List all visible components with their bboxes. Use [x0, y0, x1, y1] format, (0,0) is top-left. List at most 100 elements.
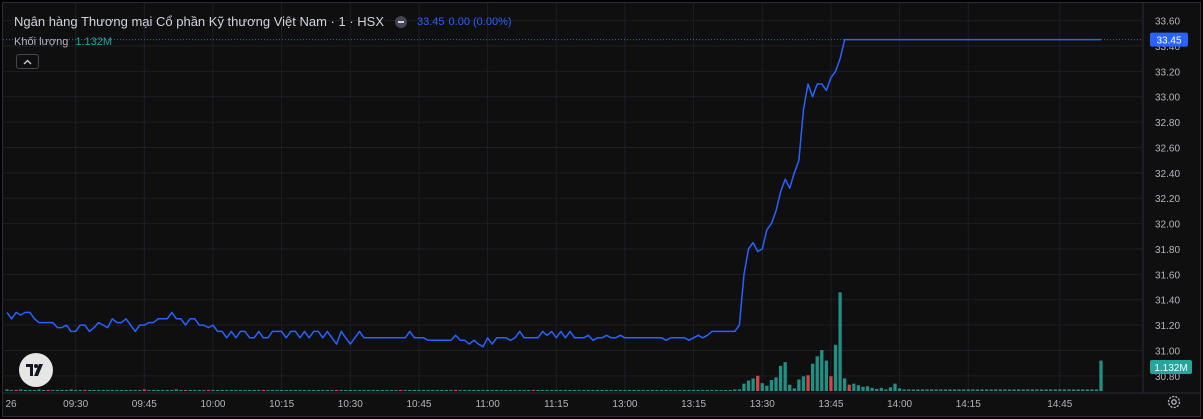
x-tick-label: 13:30 [750, 399, 775, 410]
volume-bar [760, 383, 764, 391]
volume-bar [907, 389, 911, 391]
volume-bar [1053, 389, 1057, 391]
volume-bar [238, 389, 243, 391]
volume-value: 1.132M [75, 36, 113, 48]
volume-bar [572, 389, 577, 391]
y-tick-label: 32.40 [1155, 169, 1180, 180]
volume-bar [1026, 389, 1030, 391]
volume-bar [339, 389, 343, 391]
symbol-title[interactable]: Ngân hàng Thương mại Cổ phần Kỹ thương V… [14, 14, 384, 29]
volume-bar [69, 389, 73, 391]
volume-bar [440, 389, 444, 391]
volume-bar [1094, 389, 1099, 391]
volume-bar [193, 389, 197, 391]
volume-bar [861, 386, 865, 391]
volume-bar [591, 389, 595, 391]
volume-bar [394, 389, 398, 391]
settings-button[interactable] [1164, 392, 1184, 412]
volume-label[interactable]: Khối lượng [14, 36, 68, 48]
volume-bar [797, 379, 801, 391]
x-tick-label: 11:15 [544, 399, 569, 410]
chart-canvas[interactable]: 30.8031.0031.2031.4031.6031.8032.0032.20… [3, 3, 1201, 417]
volume-bar [37, 389, 41, 391]
volume-bar [28, 389, 32, 391]
volume-bar [293, 389, 298, 391]
volume-bar [939, 389, 943, 391]
volume-bar [247, 389, 252, 391]
volume-bar [389, 389, 394, 391]
volume-bar [380, 389, 384, 391]
y-tick-label: 33.20 [1155, 67, 1180, 78]
volume-bar [962, 389, 966, 391]
volume-bar [225, 389, 229, 391]
y-tick-label: 32.60 [1155, 143, 1180, 154]
x-tick-label: 14:00 [887, 399, 912, 410]
volume-bar [875, 388, 879, 391]
x-tick-label: 10:00 [200, 399, 225, 410]
volume-bar [641, 389, 645, 391]
volume-bar [989, 389, 993, 391]
volume-bar [806, 375, 810, 391]
volume-bar [929, 389, 934, 391]
volume-bar [362, 389, 366, 391]
y-tick-label: 33.00 [1155, 93, 1180, 104]
volume-bar [833, 344, 838, 391]
volume-bar [55, 389, 59, 391]
volume-bar [751, 378, 755, 391]
y-tick-label: 32.20 [1155, 194, 1180, 205]
volume-bar [920, 389, 925, 391]
volume-bar [101, 389, 105, 391]
volume-bar [865, 386, 870, 391]
volume-bar [321, 389, 325, 391]
volume-bar [348, 389, 352, 391]
y-tick-label: 31.40 [1155, 296, 1180, 307]
volume-bar [481, 389, 485, 391]
y-tick-label: 32.00 [1155, 220, 1180, 231]
eye-minus-icon[interactable] [395, 15, 407, 28]
volume-bar [353, 389, 357, 391]
volume-bar [412, 389, 417, 391]
x-tick-label: 11:00 [475, 399, 500, 410]
volume-bar [316, 389, 320, 391]
price-badge-label: 33.45 [1156, 36, 1181, 47]
volume-bar [371, 389, 375, 391]
volume-bar [897, 388, 902, 391]
volume-bar [1067, 389, 1071, 391]
volume-bar [824, 360, 829, 391]
volume-bar [46, 389, 50, 391]
collapse-legend-button[interactable] [16, 54, 39, 69]
tradingview-logo-icon[interactable] [19, 353, 53, 387]
volume-bar [165, 389, 169, 391]
y-tick-label: 31.60 [1155, 270, 1180, 281]
volume-bar [183, 389, 188, 391]
volume-bar [925, 389, 929, 391]
legend-last-price: 33.45 [417, 15, 445, 28]
volume-bar [998, 389, 1002, 391]
volume-bar [202, 389, 206, 391]
x-tick-label: 10:15 [269, 399, 294, 410]
volume-badge-label: 1.132M [1154, 363, 1187, 374]
volume-bar [458, 389, 462, 391]
volume-bar [733, 389, 737, 391]
volume-bar [600, 389, 604, 391]
volume-bar [431, 389, 435, 391]
volume-bar [435, 389, 439, 391]
volume-bar [284, 389, 288, 391]
volume-bar [385, 389, 389, 391]
volume-bar [888, 387, 893, 391]
volume-bar [179, 389, 183, 391]
volume-bar [952, 389, 957, 391]
volume-bar [490, 389, 494, 391]
volume-bar [856, 385, 861, 391]
volume-bar [138, 389, 142, 391]
volume-bar [92, 389, 96, 391]
volume-bar [78, 389, 82, 391]
volume-bar [312, 389, 316, 391]
volume-bar [563, 389, 568, 391]
volume-bar [197, 389, 201, 391]
volume-bar [1012, 389, 1016, 391]
volume-bar [417, 389, 421, 391]
volume-bar [870, 387, 874, 391]
volume-bar [449, 389, 453, 391]
volume-bar [545, 389, 549, 391]
